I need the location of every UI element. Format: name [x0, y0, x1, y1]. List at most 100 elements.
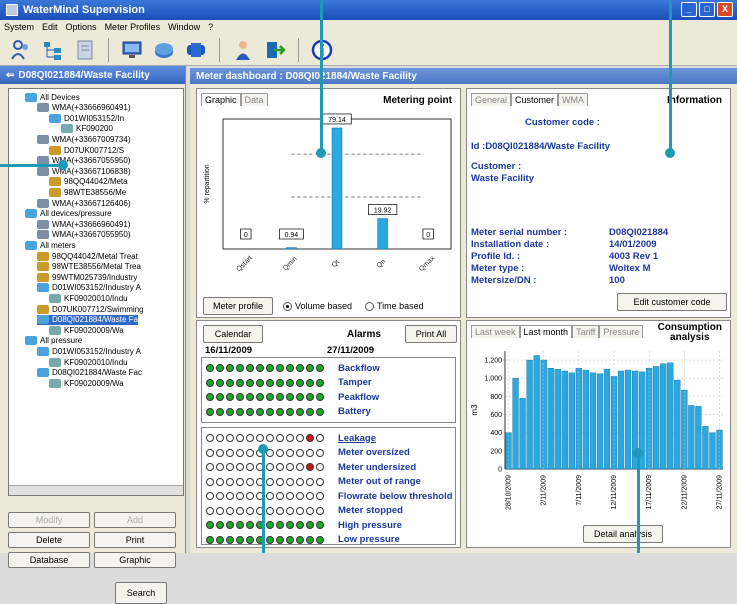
y-tick-label: 1,000 — [484, 376, 502, 383]
menu-window[interactable]: Window — [168, 22, 200, 32]
tree-node[interactable]: D08QI021884/Waste Fac — [37, 368, 142, 378]
tree-node[interactable]: All Devices — [25, 92, 80, 102]
window-titlebar: WaterMind Supervision _ □ X — [0, 0, 737, 20]
tree-node[interactable]: 98QQ44042/Meta — [49, 177, 128, 187]
edit-customer-code-button[interactable]: Edit customer code — [617, 293, 727, 311]
tree-node-label: 98WTE38556/Me — [64, 187, 127, 197]
alarm-led — [226, 506, 234, 515]
tree-node[interactable]: D01WI053152/In — [49, 113, 124, 123]
tree-node[interactable]: D07UK007712/S — [49, 145, 124, 155]
alarms-pane: Calendar Alarms Print All 16/11/2009 27/… — [196, 320, 461, 548]
alarm-label[interactable]: Leakage — [338, 433, 376, 444]
detail-analysis-button[interactable]: Detail analysis — [583, 525, 663, 543]
alarm-led — [306, 492, 314, 500]
tree-node[interactable]: D01WI053152/Industry A — [37, 283, 141, 293]
alarm-led — [236, 448, 244, 457]
menu-system[interactable]: System — [4, 22, 34, 32]
tree-node[interactable]: KF09020010/Indu — [49, 357, 128, 367]
alarm-led — [286, 492, 294, 500]
pipe-icon[interactable] — [183, 37, 209, 63]
tree-node-label: 98WTE38556/Metal Trea — [52, 262, 141, 272]
alarm-row: Battery — [206, 406, 371, 418]
meter-profile-button[interactable]: Meter profile — [203, 297, 273, 315]
tab-pressure[interactable]: Pressure — [599, 325, 644, 338]
menu-help[interactable]: ? — [208, 22, 213, 32]
print-all-button[interactable]: Print All — [405, 325, 457, 343]
tree-node[interactable]: 98WTE38556/Me — [49, 187, 126, 197]
document-icon[interactable] — [72, 37, 98, 63]
tree-node[interactable]: WMA(+33666960491) — [37, 103, 131, 113]
alarm-led — [216, 378, 224, 387]
search-button[interactable]: Search — [115, 582, 167, 604]
tree-node[interactable]: All devices/pressure — [25, 209, 112, 219]
tree-node[interactable]: KF09020009/Wa — [49, 325, 124, 335]
tree-node[interactable]: WMA(+33667055950) — [37, 230, 131, 240]
alarm-led — [206, 492, 214, 500]
exit-icon[interactable] — [262, 37, 288, 63]
tree-node[interactable]: 99WTM025739/Industry — [37, 272, 137, 282]
close-button[interactable]: X — [717, 2, 733, 17]
modify-button[interactable]: Modify — [8, 512, 90, 528]
volume-based-radio[interactable]: Volume based — [283, 301, 352, 311]
tree-node[interactable]: D08QI021884/Waste Fa — [37, 314, 138, 325]
x-tick-label: 12/11/2009 — [611, 475, 618, 510]
consumption-title: Consumption analysis — [658, 323, 722, 343]
delete-button[interactable]: Delete — [8, 532, 90, 548]
calendar-button[interactable]: Calendar — [203, 325, 263, 343]
tab-data[interactable]: Data — [240, 93, 268, 106]
tab-wma[interactable]: WMA — [558, 93, 589, 106]
graphic-button[interactable]: Graphic — [94, 552, 176, 568]
tree-node[interactable]: KF090200 — [61, 124, 113, 134]
tab-customer[interactable]: Customer — [511, 93, 559, 106]
tree-horizontal-scrollbar[interactable] — [9, 485, 183, 495]
tree-node[interactable]: WMA(+33667009734) — [37, 134, 131, 144]
info-field-value: 14/01/2009 — [609, 239, 657, 250]
tree-node[interactable]: 98WTE38556/Metal Trea — [37, 262, 141, 272]
menu-meter-profiles[interactable]: Meter Profiles — [105, 22, 161, 32]
tab-graphic[interactable]: Graphic — [201, 93, 241, 106]
database-button[interactable]: Database — [8, 552, 90, 568]
tree-node-label: KF09020009/Wa — [64, 378, 124, 388]
tree-node[interactable]: WMA(+33666960491) — [37, 219, 131, 229]
time-based-radio[interactable]: Time based — [365, 301, 424, 311]
tree-node[interactable]: All pressure — [25, 336, 82, 346]
bar — [519, 398, 526, 470]
alarm-led — [296, 364, 304, 372]
tree-node[interactable]: WMA(+33667126406) — [37, 198, 131, 208]
monitor-icon[interactable] — [119, 37, 145, 63]
minimize-button[interactable]: _ — [681, 2, 697, 17]
users-icon[interactable] — [8, 37, 34, 63]
user-icon[interactable] — [230, 37, 256, 63]
alarm-led — [216, 492, 224, 500]
add-button[interactable]: Add — [94, 512, 176, 528]
tree-node[interactable]: KF09020010/Indu — [49, 293, 128, 303]
tree-node[interactable]: All meters — [25, 240, 76, 250]
meter-icon[interactable] — [151, 37, 177, 63]
alarm-led — [246, 378, 254, 387]
x-tick-label: Qstart — [236, 255, 254, 273]
alarm-led — [286, 448, 294, 457]
alarm-led — [266, 506, 274, 515]
menu-options[interactable]: Options — [66, 22, 97, 32]
alarm-led — [236, 407, 244, 416]
tree-node[interactable]: D01WI053152/Industry A — [37, 346, 141, 356]
menu-edit[interactable]: Edit — [42, 22, 58, 32]
device-tree[interactable]: All Devices WMA(+33666960491) D01WI053152/… — [8, 88, 184, 496]
tab-general[interactable]: General — [471, 93, 512, 106]
alarm-led — [246, 448, 254, 457]
print-button[interactable]: Print — [94, 532, 176, 548]
meter-dashboard: Meter dashboard : D08QI021884/Waste Faci… — [190, 68, 737, 553]
tab-last-month[interactable]: Last month — [519, 325, 573, 338]
tab-last-week[interactable]: Last week — [471, 325, 520, 338]
tree-node[interactable]: WMA(+33667106838) — [37, 166, 131, 176]
tree-node[interactable]: 98QQ44042/Metal Treat — [37, 251, 138, 261]
tree-node[interactable]: KF09020009/Wa — [49, 378, 124, 388]
alarm-row: Flowrate below threshold — [206, 490, 453, 502]
volume-based-radio-dot — [283, 301, 292, 311]
tab-tariff[interactable]: Tariff — [572, 325, 600, 338]
tree-icon[interactable] — [40, 37, 66, 63]
bar — [377, 218, 388, 250]
maximize-button[interactable]: □ — [699, 2, 715, 17]
tree-node[interactable]: D07UK007712/Swimming — [37, 304, 144, 314]
x-tick-label: 27/11/2009 — [716, 475, 723, 510]
